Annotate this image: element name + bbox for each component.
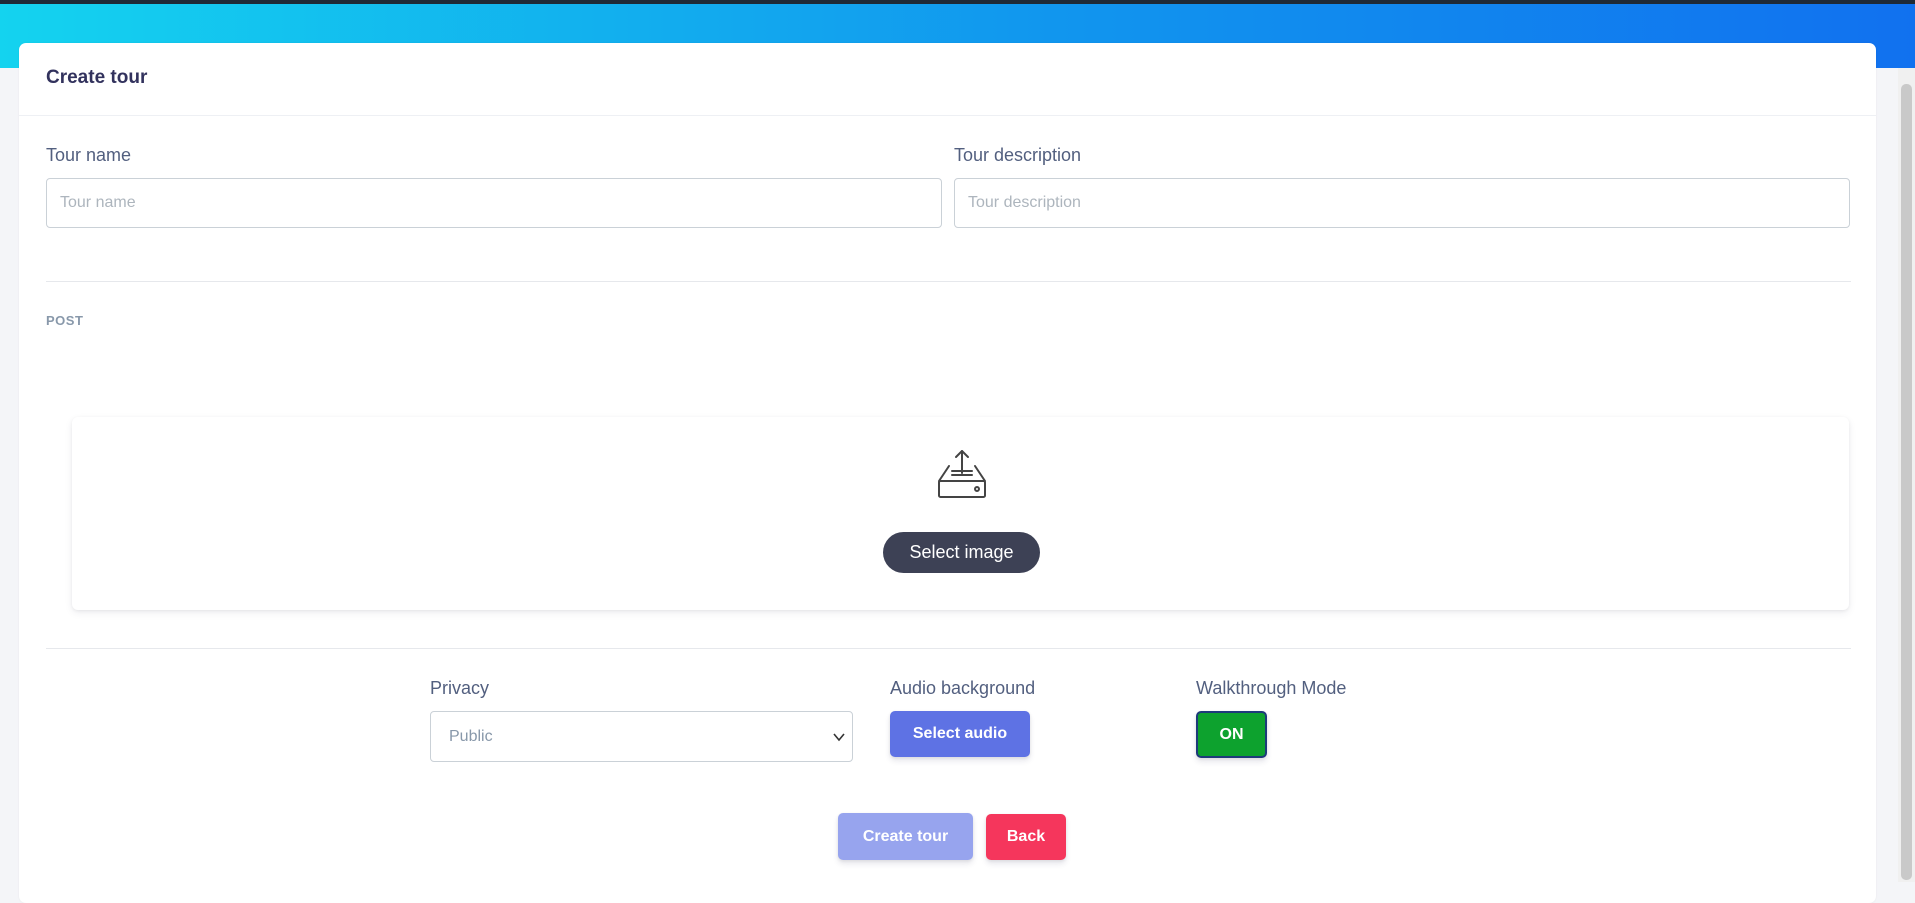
card-header: Create tour xyxy=(19,43,1876,116)
back-button[interactable]: Back xyxy=(986,814,1066,860)
divider xyxy=(46,281,1851,282)
walkthrough-mode-toggle[interactable]: ON xyxy=(1196,711,1267,758)
select-image-button[interactable]: Select image xyxy=(883,532,1040,573)
privacy-select[interactable]: Public xyxy=(430,711,853,762)
tour-name-input[interactable] xyxy=(46,178,942,228)
inbox-upload-icon xyxy=(938,450,986,498)
page-scrollbar[interactable] xyxy=(1898,68,1915,882)
audio-background-label: Audio background xyxy=(890,678,1036,698)
chevron-down-icon xyxy=(833,733,845,742)
card-title: Create tour xyxy=(46,67,148,88)
tour-name-label: Tour name xyxy=(46,145,132,165)
walkthrough-mode-label: Walkthrough Mode xyxy=(1196,678,1347,698)
image-upload-dropzone[interactable] xyxy=(72,417,1849,610)
tour-description-input[interactable] xyxy=(954,178,1850,228)
privacy-selected-value: Public xyxy=(449,728,493,745)
create-tour-card: Create tour Tour name Tour description P… xyxy=(19,43,1876,903)
divider xyxy=(46,648,1851,649)
post-section-label: POST xyxy=(46,313,84,328)
page-scrollbar-thumb[interactable] xyxy=(1901,84,1912,880)
create-tour-button[interactable]: Create tour xyxy=(838,813,973,860)
privacy-label: Privacy xyxy=(430,678,490,698)
select-audio-button[interactable]: Select audio xyxy=(890,711,1030,757)
tour-description-label: Tour description xyxy=(954,145,1082,165)
